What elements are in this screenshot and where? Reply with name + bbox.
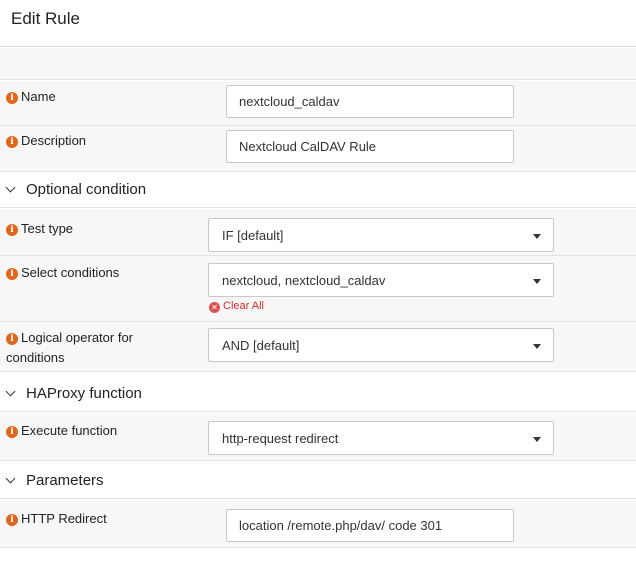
select-conditions-label: i Select conditions: [6, 263, 119, 283]
table-spacer-row: [0, 48, 636, 80]
info-icon[interactable]: i: [6, 92, 18, 104]
http-redirect-label: i HTTP Redirect: [6, 509, 107, 529]
select-value: nextcloud, nextcloud_caldav: [222, 273, 386, 288]
select-value: AND [default]: [222, 338, 300, 353]
name-input[interactable]: [226, 85, 514, 118]
section-title: Optional condition: [26, 181, 147, 198]
info-icon[interactable]: i: [6, 426, 18, 438]
test-type-select[interactable]: IF [default]: [208, 218, 554, 252]
execute-function-select[interactable]: http-request redirect: [208, 421, 554, 455]
execute-function-label: i Execute function: [6, 421, 117, 441]
chevron-down-icon[interactable]: [5, 182, 16, 193]
section-parameters[interactable]: Parameters: [0, 464, 636, 499]
section-optional-condition[interactable]: Optional condition: [0, 173, 636, 208]
page-title: Edit Rule: [11, 9, 80, 28]
page-header: Edit Rule: [0, 0, 636, 47]
name-label: i Name: [6, 87, 56, 107]
info-icon[interactable]: i: [6, 333, 18, 345]
info-icon[interactable]: i: [6, 136, 18, 148]
logical-operator-label: i Logical operator for conditions: [6, 330, 134, 365]
description-label: i Description: [6, 131, 86, 151]
info-icon[interactable]: i: [6, 224, 18, 236]
section-haproxy-function[interactable]: HAProxy function: [0, 377, 636, 412]
logical-operator-select[interactable]: AND [default]: [208, 328, 554, 362]
caret-down-icon: [533, 344, 541, 349]
select-value: http-request redirect: [222, 431, 339, 446]
select-value: IF [default]: [222, 228, 284, 243]
info-icon[interactable]: i: [6, 514, 18, 526]
info-icon[interactable]: i: [6, 268, 18, 280]
caret-down-icon: [533, 234, 541, 239]
caret-down-icon: [533, 279, 541, 284]
chevron-down-icon[interactable]: [5, 386, 16, 397]
clear-x-icon: ✕: [209, 302, 220, 313]
select-conditions-select[interactable]: nextcloud, nextcloud_caldav: [208, 263, 554, 297]
section-title: HAProxy function: [26, 385, 142, 402]
caret-down-icon: [533, 437, 541, 442]
chevron-down-icon[interactable]: [5, 473, 16, 484]
description-input[interactable]: [226, 130, 514, 163]
clear-all-link[interactable]: ✕ Clear All: [209, 300, 264, 313]
test-type-label: i Test type: [6, 219, 73, 239]
http-redirect-input[interactable]: [226, 509, 514, 542]
section-title: Parameters: [26, 472, 104, 489]
